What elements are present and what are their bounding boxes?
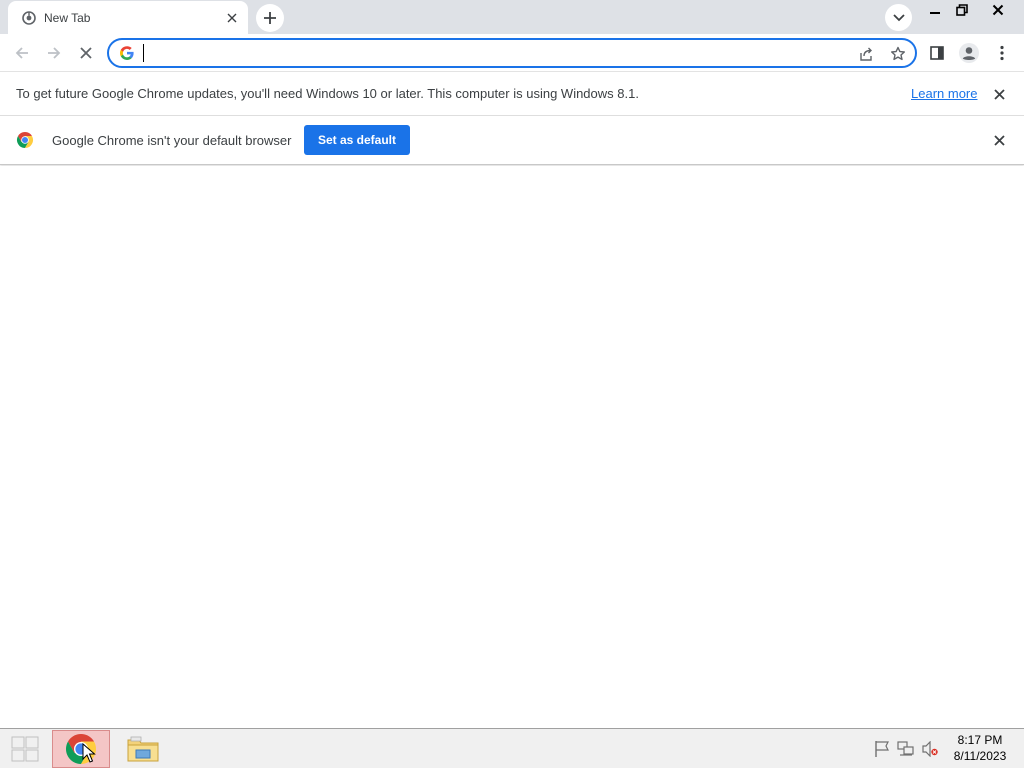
flag-icon[interactable] <box>872 739 892 759</box>
minimize-button[interactable] <box>921 0 948 20</box>
back-button[interactable] <box>6 37 38 69</box>
start-button[interactable] <box>0 730 50 768</box>
side-panel-button[interactable] <box>921 37 953 69</box>
close-icon <box>992 4 1003 16</box>
star-icon[interactable] <box>887 43 909 65</box>
taskbar-file-explorer-button[interactable] <box>114 730 172 768</box>
tab-strip: New Tab <box>0 0 1024 34</box>
chrome-newtab-icon <box>21 10 37 26</box>
set-as-default-button[interactable]: Set as default <box>304 125 410 155</box>
page-content <box>0 166 1024 728</box>
profile-icon <box>959 43 979 63</box>
close-icon <box>80 47 92 59</box>
plus-icon <box>264 12 276 24</box>
windows-logo-icon <box>11 736 39 762</box>
default-browser-infobar: Google Chrome isn't your default browser… <box>0 116 1024 165</box>
network-icon[interactable] <box>896 739 916 759</box>
chrome-logo-icon <box>16 132 34 148</box>
folder-icon <box>127 736 159 762</box>
default-browser-text: Google Chrome isn't your default browser <box>52 133 292 148</box>
forward-button[interactable] <box>38 37 70 69</box>
tab-new-tab[interactable]: New Tab <box>8 1 248 34</box>
windows-taskbar: 8:17 PM 8/11/2023 <box>0 728 1024 768</box>
restore-icon <box>955 4 968 16</box>
google-g-icon <box>120 46 134 60</box>
side-panel-icon <box>930 46 944 60</box>
new-tab-button[interactable] <box>256 4 284 32</box>
profile-button[interactable] <box>953 37 985 69</box>
chevron-down-icon <box>892 13 905 21</box>
update-infobar-text: To get future Google Chrome updates, you… <box>16 86 639 101</box>
close-icon[interactable] <box>989 130 1009 150</box>
taskbar-chrome-button[interactable] <box>52 730 110 768</box>
tab-close-icon[interactable] <box>222 8 242 28</box>
tab-search-button[interactable] <box>885 4 912 31</box>
clock-time: 8:17 PM <box>957 733 1003 747</box>
update-infobar: To get future Google Chrome updates, you… <box>0 72 1024 116</box>
address-input[interactable] <box>141 43 841 63</box>
address-bar[interactable] <box>107 38 917 68</box>
close-icon[interactable] <box>989 84 1009 104</box>
text-caret <box>143 44 144 62</box>
minimize-icon <box>929 12 940 14</box>
stop-loading-button[interactable] <box>70 37 102 69</box>
browser-toolbar <box>0 34 1024 72</box>
tab-title: New Tab <box>44 10 91 25</box>
menu-button[interactable] <box>986 37 1018 69</box>
restore-button[interactable] <box>948 0 975 20</box>
clock-date: 8/11/2023 <box>953 749 1007 763</box>
arrow-left-icon <box>15 47 28 59</box>
mouse-cursor-icon <box>82 743 96 763</box>
share-icon[interactable] <box>855 43 877 65</box>
volume-muted-icon[interactable] <box>920 739 940 759</box>
arrow-right-icon <box>48 47 61 59</box>
close-window-button[interactable] <box>984 0 1011 20</box>
learn-more-link[interactable]: Learn more <box>911 86 977 101</box>
system-clock[interactable]: 8:17 PM 8/11/2023 <box>944 732 1016 764</box>
kebab-menu-icon <box>1000 45 1004 61</box>
